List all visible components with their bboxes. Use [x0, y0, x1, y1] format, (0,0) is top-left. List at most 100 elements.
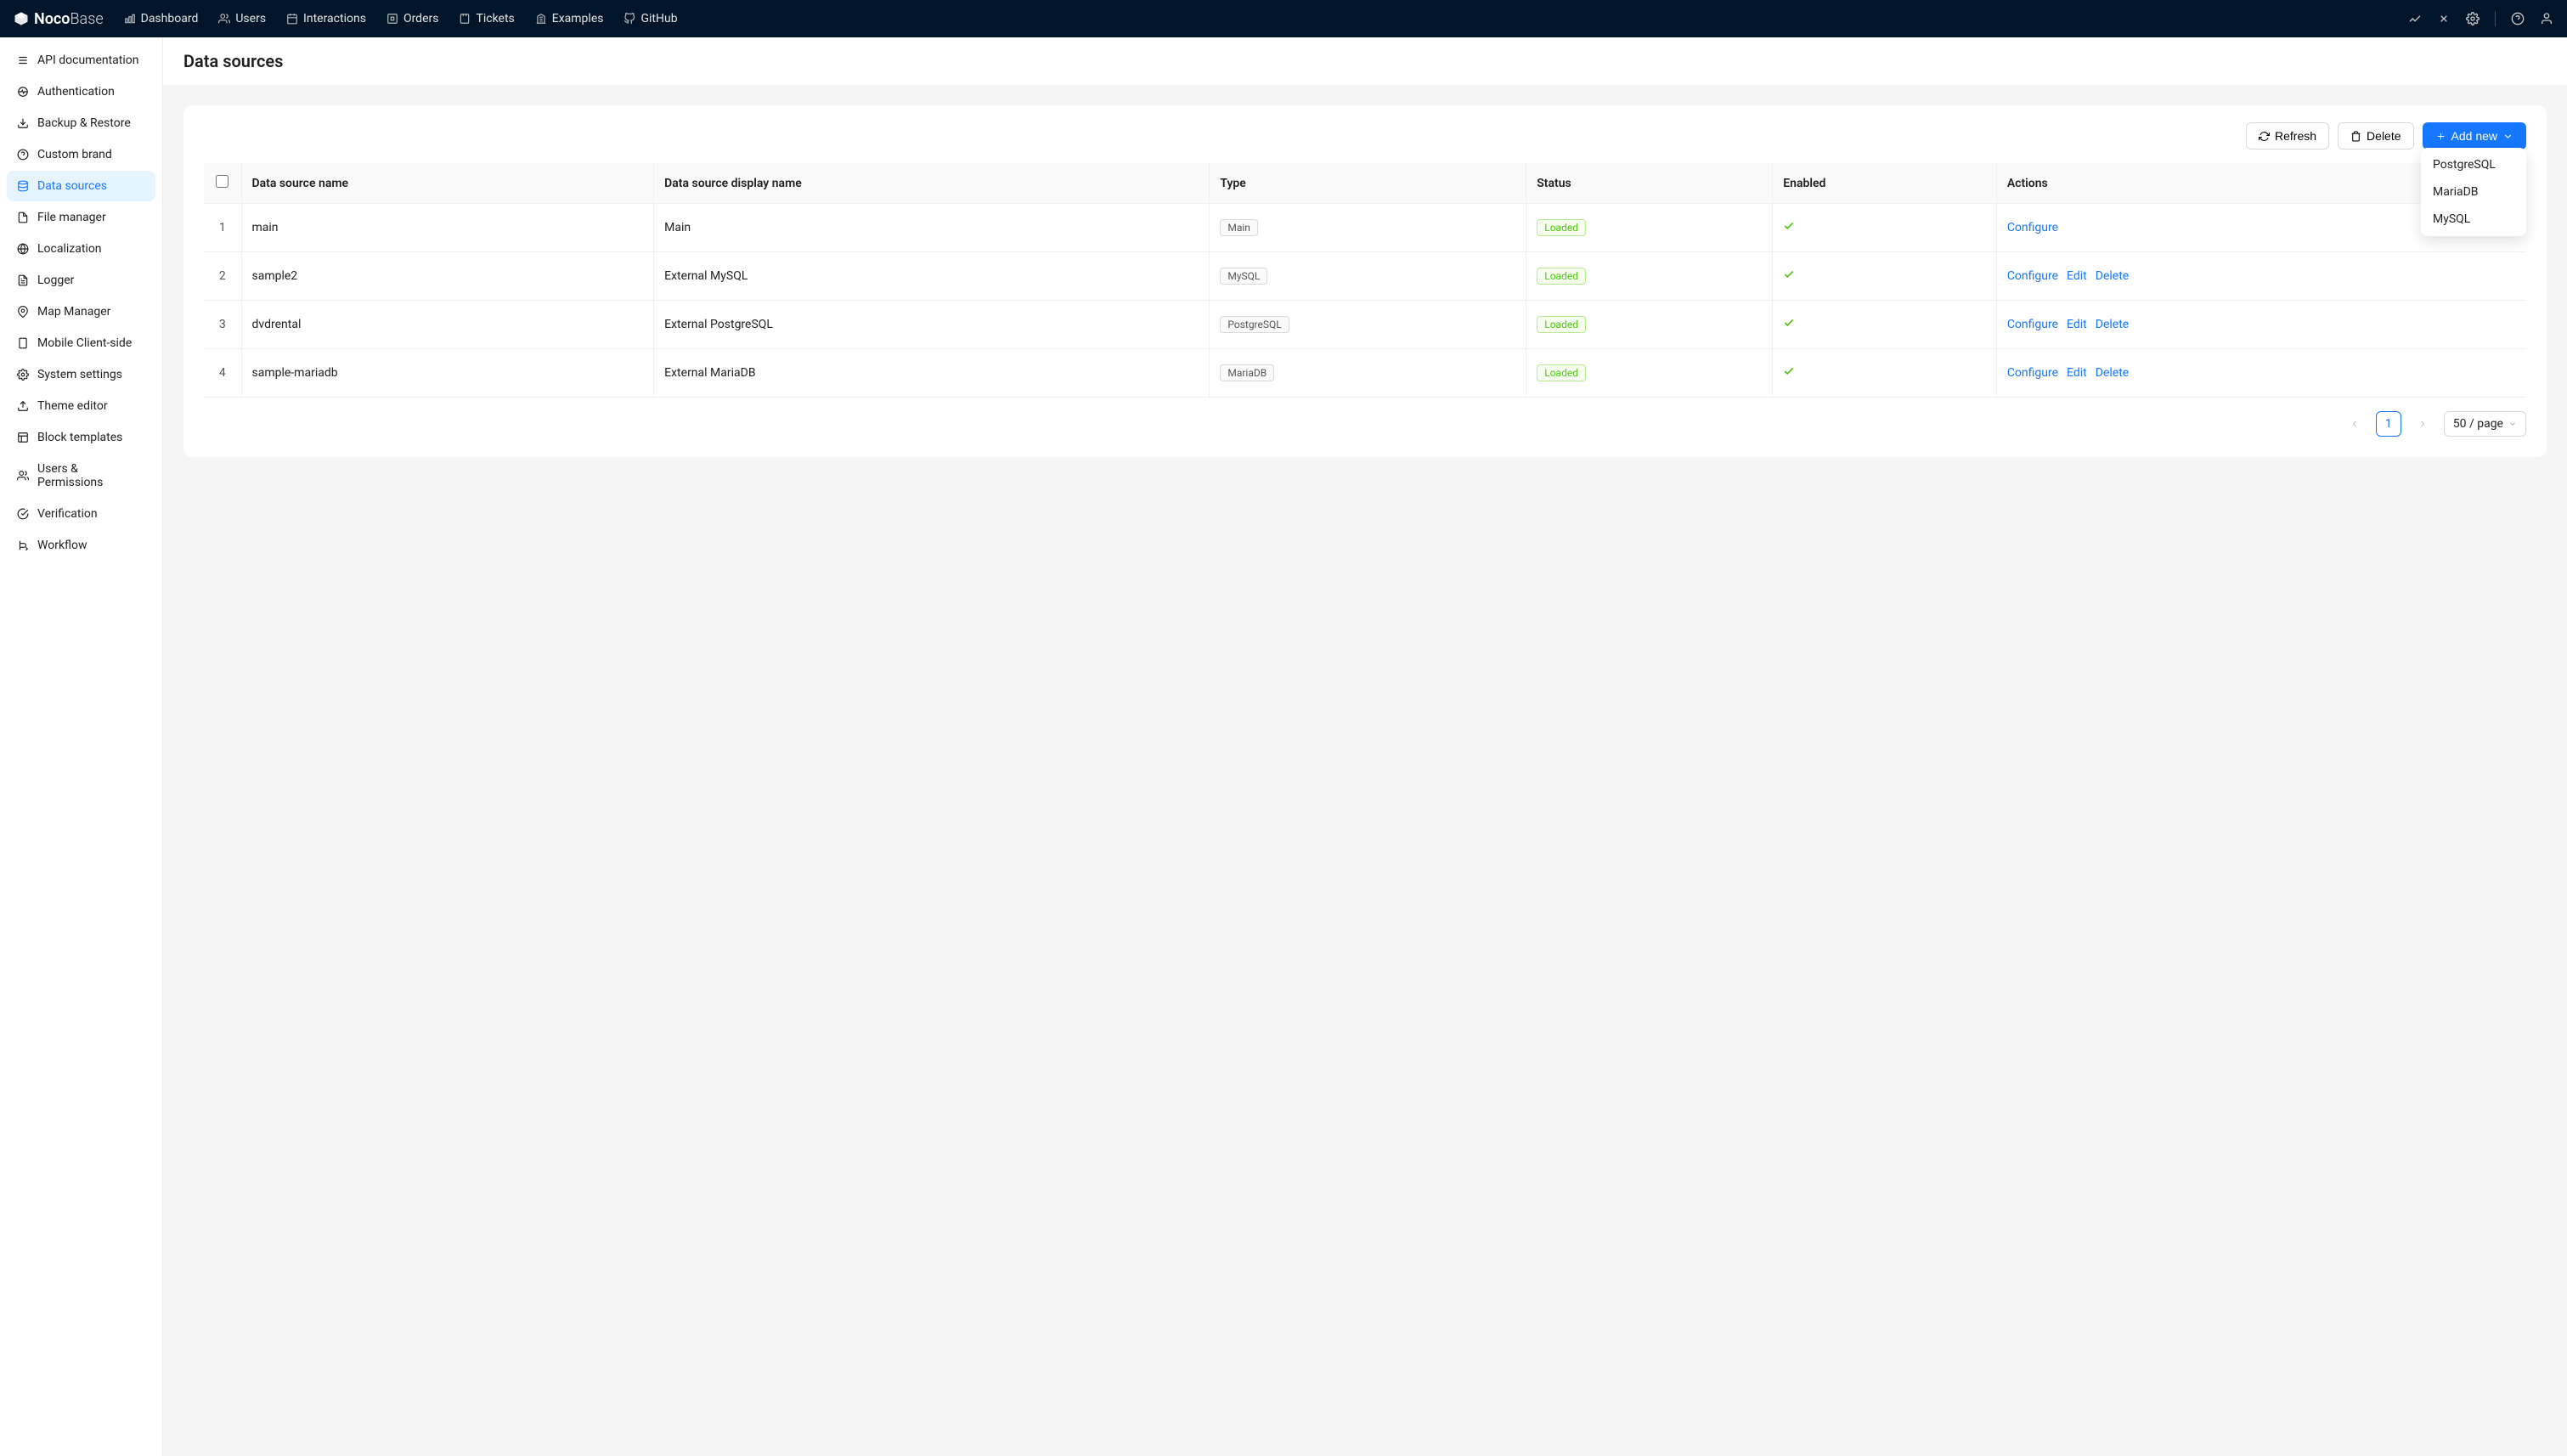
cell-display: External PostgreSQL — [654, 301, 1210, 349]
check-icon — [1783, 268, 1795, 280]
cell-enabled — [1773, 204, 1997, 252]
cell-enabled — [1773, 301, 1997, 349]
sidebar-item-logger[interactable]: Logger — [7, 265, 155, 296]
plus-icon — [2435, 131, 2446, 142]
chevron-down-icon — [2502, 131, 2513, 142]
prev-page[interactable] — [2342, 411, 2367, 437]
action-delete[interactable]: Delete — [2096, 269, 2129, 283]
row-index: 4 — [204, 349, 241, 398]
select-all-checkbox[interactable] — [216, 175, 228, 188]
action-configure[interactable]: Configure — [2007, 366, 2058, 380]
dropdown-item-postgresql[interactable]: PostgreSQL — [2421, 151, 2526, 178]
sidebar-item-label: Logger — [37, 274, 74, 287]
status-badge: Loaded — [1537, 364, 1586, 381]
cell-type: PostgreSQL — [1210, 301, 1526, 349]
brand-name: Noco — [34, 10, 71, 28]
action-delete[interactable]: Delete — [2096, 366, 2129, 380]
logo-icon — [14, 11, 29, 26]
sidebar-item-file-manager[interactable]: File manager — [7, 202, 155, 233]
sidebar-item-mobile-client-side[interactable]: Mobile Client-side — [7, 328, 155, 358]
card: Refresh Delete Add new PostgreSQLMariaDB… — [183, 105, 2547, 457]
sidebar-item-users-permissions[interactable]: Users & Permissions — [7, 454, 155, 498]
page-size-select[interactable]: 50 / page — [2444, 411, 2526, 437]
topnav-label: Dashboard — [141, 12, 199, 25]
topnav-item-interactions[interactable]: Interactions — [286, 12, 366, 25]
sidebar-item-label: Workflow — [37, 539, 87, 552]
cell-enabled — [1773, 252, 1997, 301]
cell-type: MariaDB — [1210, 349, 1526, 398]
sidebar-item-api-documentation[interactable]: API documentation — [7, 45, 155, 76]
topnav-item-github[interactable]: GitHub — [623, 12, 677, 25]
cell-name: main — [241, 204, 654, 252]
page-number-1[interactable]: 1 — [2376, 411, 2401, 437]
cell-name: sample2 — [241, 252, 654, 301]
delete-button[interactable]: Delete — [2338, 122, 2413, 150]
refresh-label: Refresh — [2275, 129, 2316, 143]
page-header: Data sources — [163, 37, 2567, 71]
refresh-icon — [2259, 131, 2270, 142]
user-icon[interactable] — [2540, 12, 2553, 25]
topnav-label: Examples — [552, 12, 604, 25]
page-size-label: 50 / page — [2453, 417, 2503, 431]
action-configure[interactable]: Configure — [2007, 318, 2058, 331]
settings-icon[interactable] — [2466, 12, 2480, 25]
sidebar-icon — [17, 508, 29, 520]
cell-name: dvdrental — [241, 301, 654, 349]
cell-type: MySQL — [1210, 252, 1526, 301]
sidebar-item-label: Data sources — [37, 179, 107, 193]
check-icon — [1783, 220, 1795, 232]
dropdown-item-mysql[interactable]: MySQL — [2421, 206, 2526, 233]
nav-icon — [286, 13, 298, 25]
cell-enabled — [1773, 349, 1997, 398]
cell-status: Loaded — [1526, 301, 1773, 349]
sidebar-item-authentication[interactable]: Authentication — [7, 76, 155, 107]
sidebar-item-custom-brand[interactable]: Custom brand — [7, 139, 155, 170]
sidebar-item-localization[interactable]: Localization — [7, 234, 155, 264]
action-edit[interactable]: Edit — [2067, 318, 2087, 331]
action-edit[interactable]: Edit — [2067, 366, 2087, 380]
topnav-item-tickets[interactable]: Tickets — [459, 12, 514, 25]
action-delete[interactable]: Delete — [2096, 318, 2129, 331]
sidebar-icon — [17, 149, 29, 161]
sidebar-icon — [17, 54, 29, 66]
table-row: 3dvdrentalExternal PostgreSQLPostgreSQLL… — [204, 301, 2526, 349]
sidebar-item-verification[interactable]: Verification — [7, 499, 155, 529]
sidebar-item-block-templates[interactable]: Block templates — [7, 422, 155, 453]
th-type: Type — [1210, 163, 1526, 204]
cell-status: Loaded — [1526, 204, 1773, 252]
action-configure[interactable]: Configure — [2007, 221, 2058, 234]
sidebar-icon — [17, 243, 29, 255]
th-checkbox — [204, 163, 241, 204]
add-new-button[interactable]: Add new — [2423, 122, 2526, 150]
next-page[interactable] — [2410, 411, 2435, 437]
sidebar-item-system-settings[interactable]: System settings — [7, 359, 155, 390]
sidebar-icon — [17, 306, 29, 318]
sidebar-item-label: System settings — [37, 368, 122, 381]
sidebar-item-data-sources[interactable]: Data sources — [7, 171, 155, 201]
topnav-label: GitHub — [640, 12, 677, 25]
sidebar-icon — [17, 180, 29, 192]
topnav-label: Orders — [403, 12, 439, 25]
nav-icon — [124, 13, 136, 25]
sidebar-item-theme-editor[interactable]: Theme editor — [7, 391, 155, 421]
nav-icon — [386, 13, 398, 25]
refresh-button[interactable]: Refresh — [2246, 122, 2329, 150]
help-icon[interactable] — [2511, 12, 2525, 25]
topnav-item-orders[interactable]: Orders — [386, 12, 439, 25]
sidebar-item-backup-restore[interactable]: Backup & Restore — [7, 108, 155, 138]
plugin-icon[interactable] — [2437, 12, 2451, 25]
th-display: Data source display name — [654, 163, 1210, 204]
sidebar-item-label: Authentication — [37, 85, 115, 99]
cell-actions: Configure Edit Delete — [1996, 349, 2526, 398]
sidebar-icon — [17, 400, 29, 412]
topnav-item-examples[interactable]: Examples — [535, 12, 604, 25]
topnav-item-dashboard[interactable]: Dashboard — [124, 12, 199, 25]
sidebar-item-map-manager[interactable]: Map Manager — [7, 296, 155, 327]
dropdown-item-mariadb[interactable]: MariaDB — [2421, 178, 2526, 206]
highlighter-icon[interactable] — [2408, 12, 2422, 25]
sidebar-item-workflow[interactable]: Workflow — [7, 530, 155, 561]
topnav-item-users[interactable]: Users — [218, 12, 266, 25]
logo[interactable]: NocoBase — [14, 10, 104, 28]
action-edit[interactable]: Edit — [2067, 269, 2087, 283]
action-configure[interactable]: Configure — [2007, 269, 2058, 283]
